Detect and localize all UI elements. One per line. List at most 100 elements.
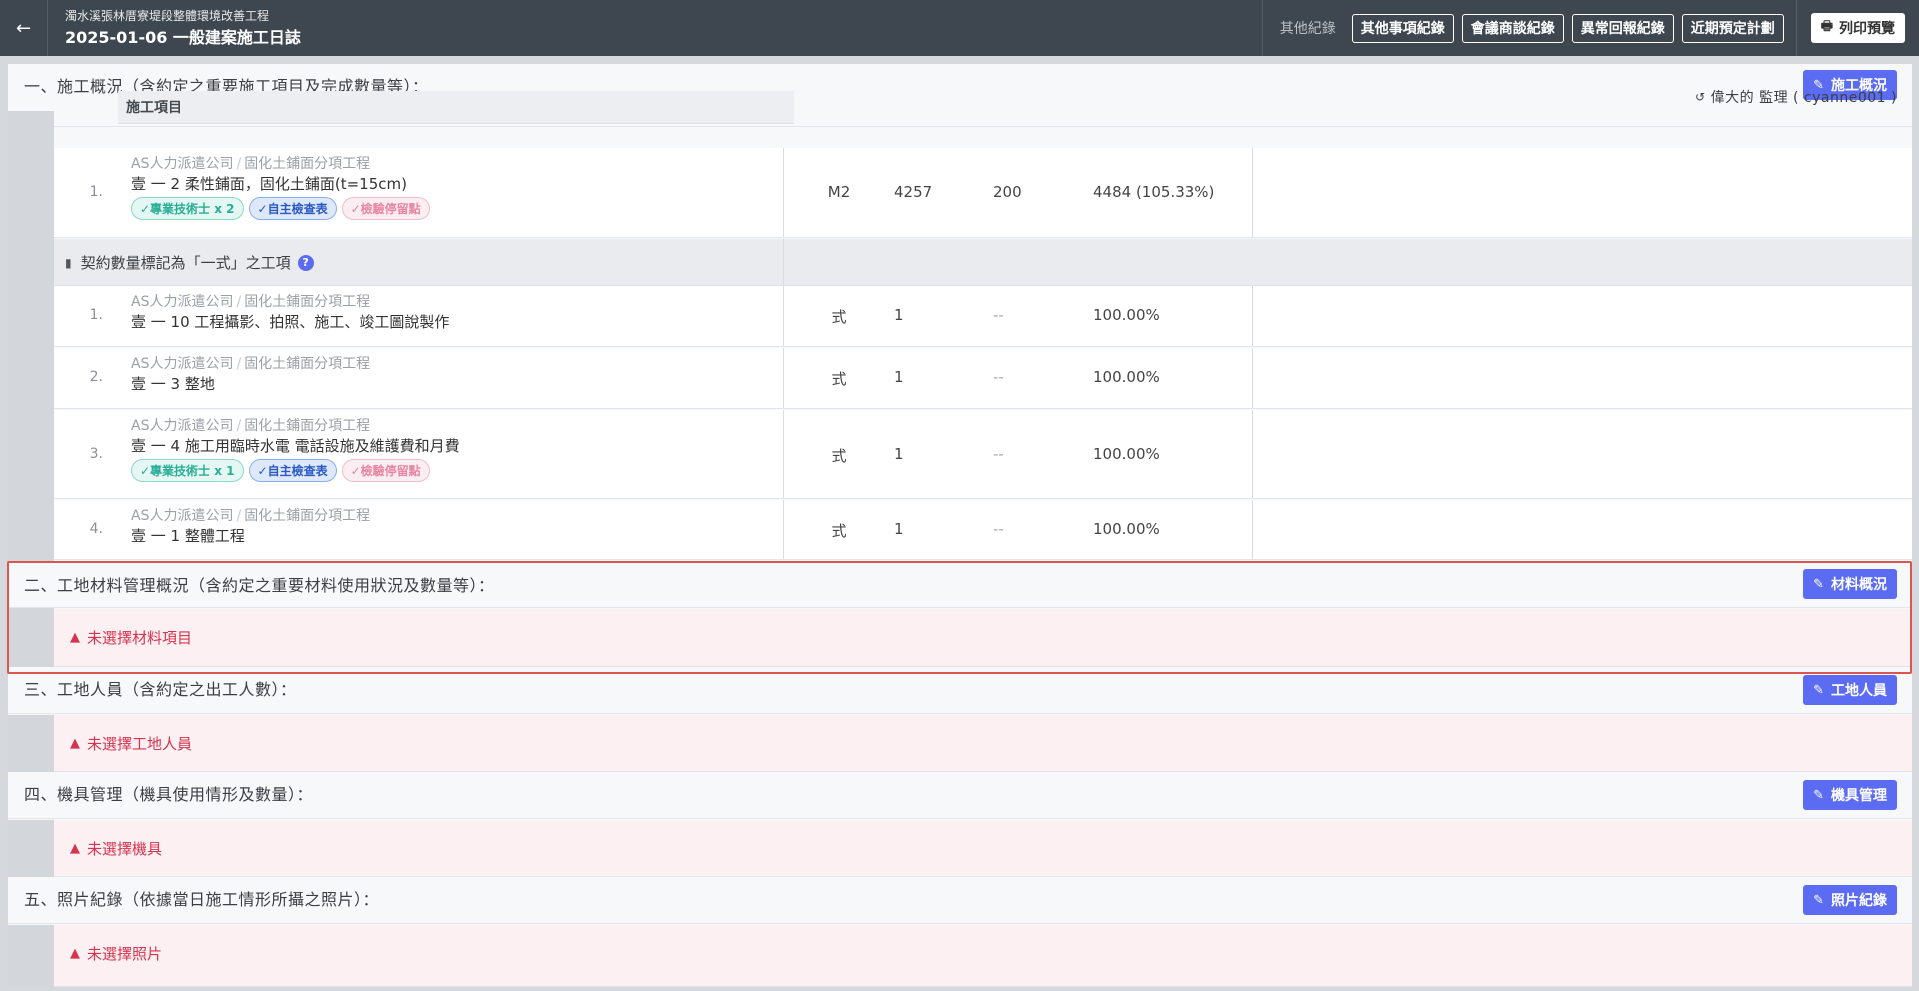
row-gutter — [8, 111, 54, 623]
row-gutter — [8, 609, 54, 667]
title-block: 濁水溪張林厝寮堤段整體環境改善工程 2025-01-06 一般建案施工日誌 — [48, 8, 301, 49]
warning-icon: ▲ — [70, 946, 80, 961]
warning-text: 未選擇機具 — [87, 840, 163, 858]
unit-cell: 式 — [831, 370, 847, 388]
company-name: AS人力派遣公司 — [131, 418, 234, 434]
edit-site-personnel-button[interactable]: ✎ 工地人員 — [1803, 675, 1897, 705]
warning-text: 未選擇照片 — [87, 945, 163, 963]
cumulative-cell: 100.00% — [1093, 368, 1160, 386]
meeting-records-button[interactable]: 會議商談紀錄 — [1461, 13, 1564, 43]
header-actions: 其他紀錄 其他事項紀錄 會議商談紀錄 異常回報紀錄 近期預定計劃 🖶 列印預覽 — [1261, 0, 1919, 56]
contract-qty-cell: 1 — [894, 368, 904, 386]
today-qty-cell: 200 — [993, 183, 1022, 201]
self-check-tag[interactable]: ✓自主檢查表 — [248, 197, 337, 220]
personnel-empty-warning: ▲ 未選擇工地人員 — [54, 715, 1912, 772]
contract-qty-cell: 4257 — [894, 183, 933, 201]
section-2-title: 二、工地材料管理概況（含約定之重要材料使用狀況及數量等）： — [24, 576, 495, 595]
print-preview-button[interactable]: 🖶 列印預覽 — [1810, 13, 1905, 43]
item-org: AS人力派遣公司 / 固化土鋪面分項工程 — [131, 356, 371, 372]
upcoming-plan-button[interactable]: 近期預定計劃 — [1681, 13, 1784, 43]
book-icon: ▮ — [65, 255, 72, 270]
group-label: 契約數量標記為「一式」之工項 — [80, 254, 291, 272]
section-5-title: 五、照片紀錄（依據當日施工情形所攝之照片）： — [24, 890, 380, 909]
anomaly-report-button[interactable]: 異常回報紀錄 — [1571, 13, 1674, 43]
edit-equipment-label: 機具管理 — [1831, 788, 1887, 804]
cumulative-cell: 100.00% — [1093, 520, 1160, 538]
materials-empty-warning: ▲ 未選擇材料項目 — [54, 609, 1912, 667]
item-name: 壹 一 4 施工用臨時水電 電話設施及維護費和月費 — [131, 437, 460, 455]
top-bar: ← 濁水溪張林厝寮堤段整體環境改善工程 2025-01-06 一般建案施工日誌 … — [0, 0, 1919, 56]
table-row[interactable]: 4. AS人力派遣公司 / 固化土鋪面分項工程 壹 一 1 整體工程 式 1 -- … — [54, 500, 1912, 560]
row-number: 1. — [89, 184, 103, 200]
row-gutter — [8, 820, 54, 877]
history-icon: ↺ — [1695, 90, 1706, 104]
unit-cell: 式 — [831, 522, 847, 540]
company-name: AS人力派遣公司 — [131, 156, 234, 172]
category-name: 固化土鋪面分項工程 — [244, 356, 371, 372]
other-records-label: 其他紀錄 — [1279, 21, 1336, 37]
row-gutter — [8, 715, 54, 772]
pencil-icon: ✎ — [1813, 787, 1824, 803]
item-name: 壹 一 2 柔性鋪面，固化土鋪面(t=15cm) — [131, 175, 407, 193]
company-name: AS人力派遣公司 — [131, 356, 234, 372]
row-gutter — [8, 925, 54, 987]
company-name: AS人力派遣公司 — [131, 294, 234, 310]
self-check-tag[interactable]: ✓自主檢查表 — [248, 459, 337, 482]
item-name: 壹 一 3 整地 — [131, 375, 215, 393]
pencil-icon: ✎ — [1813, 682, 1824, 698]
cumulative-cell: 100.00% — [1093, 445, 1160, 463]
category-name: 固化土鋪面分項工程 — [244, 294, 371, 310]
edit-equipment-button[interactable]: ✎ 機具管理 — [1803, 780, 1897, 810]
warning-icon: ▲ — [70, 630, 80, 645]
hold-point-tag[interactable]: ✓檢驗停留點 — [341, 459, 430, 482]
section-4-header: 四、機具管理（機具使用情形及數量）： ✎ 機具管理 — [8, 773, 1912, 819]
other-matters-button[interactable]: 其他事項紀錄 — [1351, 13, 1454, 43]
row-number: 3. — [89, 446, 103, 462]
hold-point-tag[interactable]: ✓檢驗停留點 — [341, 197, 430, 220]
section-4-title: 四、機具管理（機具使用情形及數量）： — [24, 785, 314, 804]
supervisor-info: ↺ 偉大的 監理 ( cyanne001 ) — [1695, 87, 1897, 107]
lump-sum-group-header: ▮ 契約數量標記為「一式」之工項 ? — [54, 239, 1912, 286]
company-name: AS人力派遣公司 — [131, 508, 234, 524]
section-5-header: 五、照片紀錄（依據當日施工情形所攝之照片）： ✎ 照片紀錄 — [8, 878, 1912, 924]
unit-cell: 式 — [831, 308, 847, 326]
print-preview-label: 列印預覽 — [1839, 21, 1895, 37]
category-name: 固化土鋪面分項工程 — [244, 508, 371, 524]
warning-icon: ▲ — [70, 736, 80, 751]
edit-photos-button[interactable]: ✎ 照片紀錄 — [1803, 885, 1897, 915]
unit-cell: 式 — [831, 447, 847, 465]
category-name: 固化土鋪面分項工程 — [244, 418, 371, 434]
unit-cell: M2 — [827, 183, 851, 201]
table-row[interactable]: 2. AS人力派遣公司 / 固化土鋪面分項工程 壹 一 3 整地 式 1 -- 10… — [54, 348, 1912, 409]
table-row[interactable]: 1. AS人力派遣公司 / 固化土鋪面分項工程 壹 一 10 工程攝影、拍照、施工、… — [54, 286, 1912, 347]
cumulative-cell: 4484 (105.33%) — [1093, 183, 1215, 201]
item-org: AS人力派遣公司 / 固化土鋪面分項工程 — [131, 156, 371, 172]
warning-text: 未選擇工地人員 — [87, 735, 193, 753]
help-icon[interactable]: ? — [297, 254, 314, 271]
page-title: 2025-01-06 一般建案施工日誌 — [65, 27, 301, 47]
supervisor-name: 偉大的 監理 ( cyanne001 ) — [1710, 90, 1897, 106]
diary-panel: 一、施工概況（含約定之重要施工項目及完成數量等）： ✎ 施工概況 ↺ 偉大的 監… — [8, 64, 1912, 987]
section-3-header: 三、工地人員（含約定之出工人數）： ✎ 工地人員 — [8, 668, 1912, 714]
project-name: 濁水溪張林厝寮堤段整體環境改善工程 — [65, 8, 270, 23]
technician-tag[interactable]: ✓專業技術士 x 2 — [131, 197, 244, 220]
section-2-header: 二、工地材料管理概況（含約定之重要材料使用狀況及數量等）： ✎ 材料概況 — [8, 561, 1912, 608]
table-row[interactable]: 1. AS人力派遣公司 / 固化土鋪面分項工程 壹 一 2 柔性鋪面，固化土鋪面(t… — [54, 148, 1912, 238]
item-name: 壹 一 1 整體工程 — [131, 527, 245, 545]
print-wrap: 🖶 列印預覽 — [1795, 0, 1919, 56]
today-qty-cell: -- — [993, 368, 1004, 386]
edit-site-personnel-label: 工地人員 — [1831, 683, 1887, 699]
table-row[interactable]: 3. AS人力派遣公司 / 固化土鋪面分項工程 壹 一 4 施工用臨時水電 電話設施… — [54, 410, 1912, 499]
edit-materials-button[interactable]: ✎ 材料概況 — [1803, 569, 1897, 599]
category-name: 固化土鋪面分項工程 — [244, 156, 371, 172]
edit-photos-label: 照片紀錄 — [1831, 893, 1887, 909]
warning-icon: ▲ — [70, 841, 80, 856]
warning-text: 未選擇材料項目 — [87, 629, 193, 647]
pencil-icon: ✎ — [1813, 576, 1824, 592]
back-button[interactable]: ← — [0, 0, 48, 56]
printer-icon: 🖶 — [1820, 19, 1833, 34]
technician-tag[interactable]: ✓專業技術士 x 1 — [131, 459, 244, 482]
contract-qty-cell: 1 — [894, 445, 904, 463]
pencil-icon: ✎ — [1813, 892, 1824, 908]
column-header-item: 施工項目 — [118, 91, 794, 124]
